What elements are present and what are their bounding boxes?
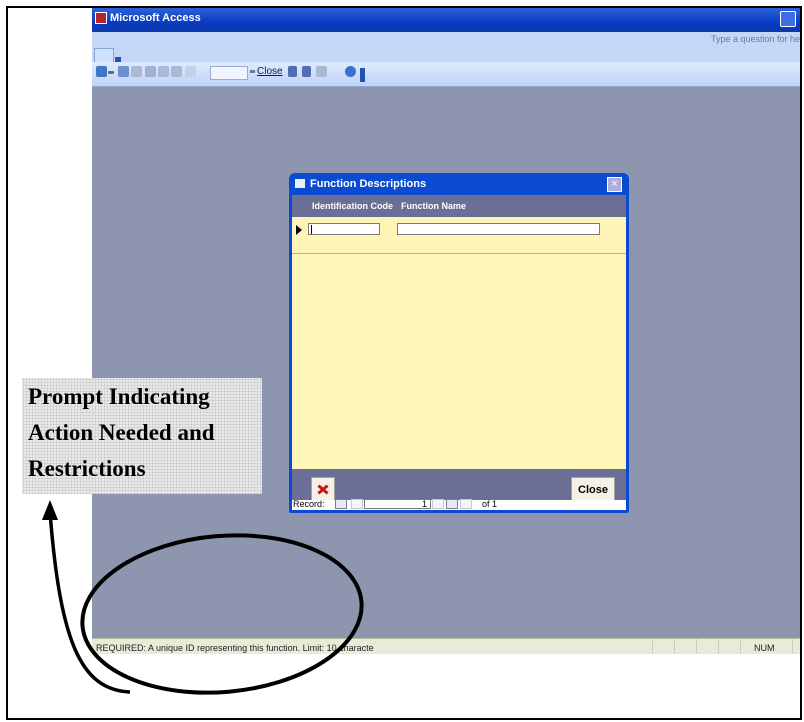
annotation-line: Prompt Indicating — [28, 384, 210, 409]
function-name-input[interactable] — [397, 223, 600, 235]
status-divider — [674, 639, 675, 654]
new-record-icon[interactable] — [460, 499, 472, 509]
record-total: of 1 — [482, 499, 498, 509]
status-bar: REQUIRED: A unique ID representing this … — [92, 638, 800, 654]
function-descriptions-form: Function Descriptions × Identification C… — [289, 173, 629, 513]
form-header: Identification Code Function Name — [292, 195, 626, 217]
function-name-header: Function Name — [401, 201, 467, 211]
view-icon[interactable] — [96, 66, 107, 77]
copy-icon[interactable] — [158, 66, 169, 77]
help-icon[interactable] — [345, 66, 356, 77]
previous-record-icon[interactable] — [351, 499, 363, 509]
record-selector-icon[interactable] — [296, 225, 302, 235]
annotation-line: Restrictions — [28, 456, 146, 481]
form-icon — [295, 179, 305, 188]
cut-icon[interactable] — [145, 66, 156, 77]
document-frame: Microsoft Access Type a question for hel… — [6, 6, 802, 720]
window-titlebar: Microsoft Access — [92, 8, 800, 32]
access-logo-icon — [95, 12, 107, 24]
format-icon[interactable] — [185, 66, 196, 77]
status-divider — [696, 639, 697, 654]
ask-question-box[interactable]: Type a question for hel — [711, 34, 800, 44]
window-title: Microsoft Access — [110, 12, 201, 24]
form-titlebar: Function Descriptions × — [292, 173, 626, 195]
form-body: Identification Code Function Name Close — [292, 195, 626, 510]
minimize-button[interactable] — [780, 11, 796, 27]
delete-record-icon — [317, 485, 329, 493]
toolbar-grip-icon[interactable] — [360, 68, 365, 82]
form-window-close-button[interactable]: × — [607, 177, 622, 192]
num-lock-indicator: NUM — [754, 643, 775, 653]
current-record-field[interactable]: 1 — [364, 499, 431, 509]
identification-code-header: Identification Code — [312, 201, 393, 211]
paste-icon[interactable] — [171, 66, 182, 77]
close-toolbar-button[interactable]: Close — [257, 66, 283, 77]
record-navigator: Record: 1 of 1 — [292, 499, 626, 510]
zoom-dropdown-icon[interactable] — [250, 70, 255, 73]
identification-code-input[interactable] — [308, 223, 380, 235]
print-icon[interactable] — [118, 66, 129, 77]
status-divider — [718, 639, 719, 654]
sort-descending-icon[interactable] — [302, 66, 311, 77]
menu-bar: Type a question for hel — [92, 32, 800, 62]
status-divider — [740, 639, 741, 654]
next-record-icon[interactable] — [432, 499, 444, 509]
sort-ascending-icon[interactable] — [288, 66, 297, 77]
toolbar: Close — [92, 62, 800, 87]
record-label: Record: — [293, 499, 325, 509]
status-divider — [652, 639, 653, 654]
annotation-callout: Prompt Indicating Action Needed and Rest… — [22, 378, 262, 494]
view-dropdown-icon[interactable] — [108, 71, 114, 74]
last-record-icon[interactable] — [446, 499, 458, 509]
database-window-icon[interactable] — [316, 66, 327, 77]
annotation-line: Action Needed and — [28, 420, 215, 445]
print-preview-icon[interactable] — [131, 66, 142, 77]
first-record-icon[interactable] — [335, 499, 347, 509]
status-prompt-text: REQUIRED: A unique ID representing this … — [96, 643, 374, 653]
zoom-select[interactable] — [210, 66, 248, 80]
form-title: Function Descriptions — [310, 178, 427, 190]
access-window: Microsoft Access Type a question for hel… — [92, 8, 800, 654]
status-divider — [792, 639, 793, 654]
